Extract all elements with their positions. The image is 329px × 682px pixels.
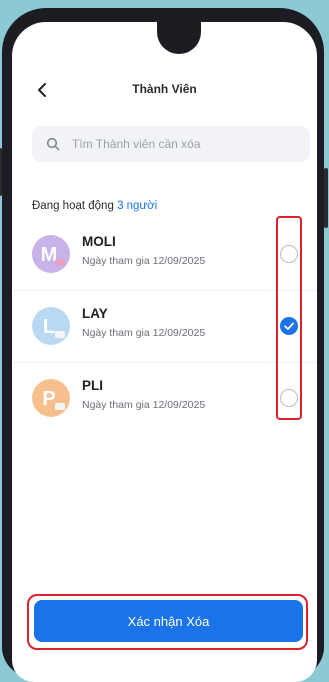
member-join-date: Ngày tham gia 12/09/2025: [82, 399, 206, 411]
power-button: [324, 168, 328, 228]
app-screen: Thành Viên Đang hoạt động 3 người M: [12, 22, 317, 682]
camera-notch: [157, 22, 201, 54]
member-row[interactable]: M MOLI Ngày tham gia 12/09/2025: [12, 218, 317, 291]
search-input[interactable]: [70, 136, 274, 152]
svg-text:P: P: [42, 388, 55, 410]
volume-button: [0, 148, 2, 196]
confirm-delete-button[interactable]: Xác nhận Xóa: [34, 600, 303, 642]
svg-text:L: L: [43, 316, 55, 338]
active-label-text: Đang hoạt động: [32, 200, 114, 212]
member-row[interactable]: P PLI Ngày tham gia 12/09/2025: [12, 362, 317, 434]
svg-text:M: M: [41, 244, 58, 266]
active-count: 3 người: [117, 200, 158, 212]
phone-frame: Thành Viên Đang hoạt động 3 người M: [0, 8, 328, 682]
member-row[interactable]: L LAY Ngày tham gia 12/09/2025: [12, 290, 317, 363]
page-title: Thành Viên: [132, 82, 197, 96]
member-join-date: Ngày tham gia 12/09/2025: [82, 255, 206, 267]
search-icon: [46, 137, 60, 151]
avatar: M: [32, 235, 70, 273]
member-name: LAY: [82, 306, 108, 321]
avatar: P: [32, 379, 70, 417]
member-join-date: Ngày tham gia 12/09/2025: [82, 327, 206, 339]
member-name: MOLI: [82, 234, 116, 249]
radio-highlight-box: [276, 216, 302, 420]
active-members-label: Đang hoạt động 3 người: [32, 200, 157, 212]
member-name: PLI: [82, 378, 104, 393]
search-bar[interactable]: [32, 126, 310, 162]
avatar: L: [32, 307, 70, 345]
